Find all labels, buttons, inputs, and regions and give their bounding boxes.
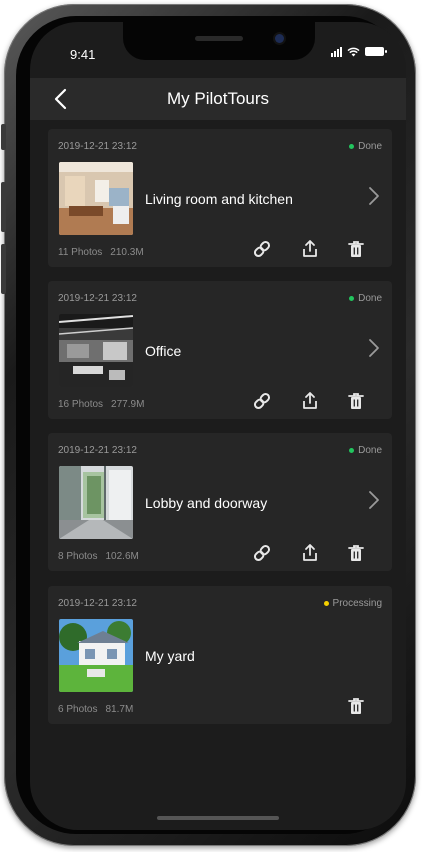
chevron-right-icon[interactable] [368, 489, 380, 511]
link-icon[interactable] [252, 391, 272, 411]
tour-date: 2019-12-21 23:12 [58, 141, 137, 152]
photo-count: 6 Photos [58, 704, 98, 715]
camera [275, 34, 284, 43]
tour-date: 2019-12-21 23:12 [58, 445, 137, 456]
speaker [195, 36, 243, 41]
tour-name: Living room and kitchen [145, 191, 293, 207]
status-badge: Processing [323, 598, 382, 609]
tour-thumbnail[interactable] [59, 466, 133, 539]
tour-card[interactable]: 2019-12-21 23:12 Done Living room and ki… [48, 129, 392, 267]
tour-card[interactable]: 2019-12-21 23:12 Processing My yard 6 Ph… [48, 586, 392, 724]
file-size: 102.6M [105, 551, 139, 562]
status-badge: Done [349, 141, 382, 152]
file-size: 81.7M [105, 704, 134, 715]
page-title: My PilotTours [166, 89, 270, 108]
tour-date: 2019-12-21 23:12 [58, 293, 137, 304]
status-label: Done [358, 141, 382, 152]
tour-name: Office [145, 343, 182, 359]
link-icon[interactable] [252, 239, 272, 259]
signal-icon [331, 46, 342, 57]
link-icon[interactable] [252, 543, 272, 563]
trash-icon[interactable] [346, 696, 366, 716]
file-size: 210.3M [110, 247, 144, 258]
share-icon[interactable] [300, 239, 320, 259]
status-dot [349, 448, 355, 453]
tour-date: 2019-12-21 23:12 [58, 598, 137, 609]
tour-card[interactable]: 2019-12-21 23:12 Done Lobby and doorway … [48, 433, 392, 571]
tour-meta: 8 Photos 102.6M [58, 551, 139, 562]
status-dot [349, 144, 355, 149]
status-label: Done [358, 293, 382, 304]
share-icon[interactable] [300, 543, 320, 563]
status-dot [349, 296, 355, 301]
status-label: Done [358, 445, 382, 456]
status-badge: Done [349, 293, 382, 304]
file-size: 277.9M [111, 399, 145, 410]
tour-thumbnail[interactable] [59, 162, 133, 235]
volume-up-button [1, 182, 6, 232]
app-header: My PilotTours [30, 78, 406, 120]
status-icons [331, 46, 387, 57]
volume-down-button [1, 244, 6, 294]
tour-name: My yard [145, 648, 195, 664]
home-indicator[interactable] [157, 816, 279, 820]
chevron-right-icon[interactable] [368, 337, 380, 359]
tour-thumbnail[interactable] [59, 314, 133, 387]
trash-icon[interactable] [346, 239, 366, 259]
chevron-right-icon[interactable] [368, 185, 380, 207]
tour-name: Lobby and doorway [145, 495, 268, 511]
notch [123, 22, 315, 60]
wifi-icon [347, 47, 360, 56]
photo-count: 11 Photos [58, 247, 103, 258]
tour-meta: 6 Photos 81.7M [58, 704, 133, 715]
share-icon[interactable] [300, 391, 320, 411]
tour-meta: 16 Photos 277.9M [58, 399, 144, 410]
photo-count: 8 Photos [58, 551, 98, 562]
app-screen: 9:41 My PilotTours 2019-12-21 23:12 Done [30, 22, 406, 830]
trash-icon[interactable] [346, 543, 366, 563]
tour-meta: 11 Photos 210.3M [58, 247, 144, 258]
status-badge: Done [349, 445, 382, 456]
tour-thumbnail[interactable] [59, 619, 133, 692]
battery-icon [365, 47, 387, 56]
status-label: Processing [332, 598, 382, 609]
tour-card[interactable]: 2019-12-21 23:12 Done Office 16 Photos 2… [48, 281, 392, 419]
photo-count: 16 Photos [58, 399, 104, 410]
status-dot [323, 601, 329, 606]
mute-switch [1, 124, 6, 150]
trash-icon[interactable] [346, 391, 366, 411]
status-time: 9:41 [70, 47, 96, 62]
